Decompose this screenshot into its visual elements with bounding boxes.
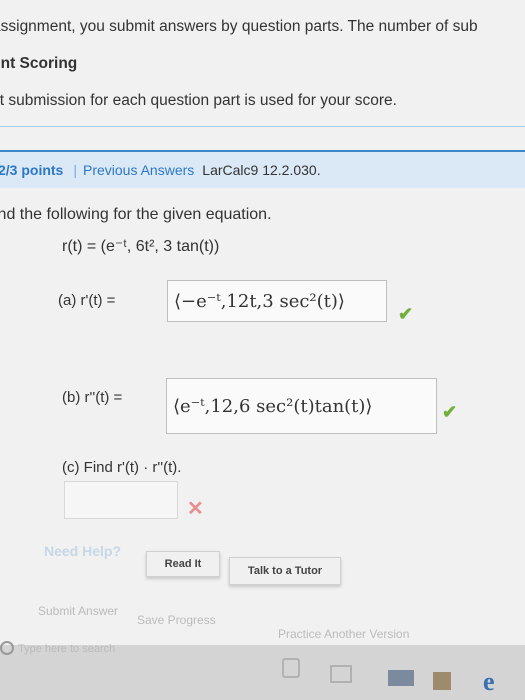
edge-icon[interactable]: e — [483, 667, 495, 697]
submit-answer-button[interactable]: Submit Answer — [38, 604, 118, 618]
divider — [0, 126, 525, 127]
microphone-icon[interactable] — [282, 658, 300, 678]
part-b-answer-field[interactable]: ⟨e⁻ᵗ,12,6 sec²(t)tan(t)⟩ — [166, 378, 437, 434]
question-code: LarCalc9 12.2.030. — [202, 162, 321, 178]
part-c-incorrect-icon: ✕ — [187, 498, 204, 520]
question-prompt: ind the following for the given equation… — [0, 206, 272, 223]
separator: | — [73, 162, 77, 178]
previous-answers-link[interactable]: Previous Answers — [83, 162, 194, 178]
save-progress-button[interactable]: Save Progress — [137, 613, 216, 627]
question-header: 2/3 points | Previous Answers LarCalc9 1… — [0, 150, 525, 188]
talk-to-tutor-button[interactable]: Talk to a Tutor — [229, 557, 341, 585]
taskbar-search-input[interactable]: Type here to search — [18, 643, 115, 655]
equation: r(t) = (e⁻ᵗ, 6t², 3 tan(t)) — [62, 238, 220, 255]
store-icon[interactable] — [433, 672, 451, 690]
part-a-check-icon: ✔ — [398, 304, 414, 324]
read-it-button[interactable]: Read It — [146, 551, 220, 577]
need-help-label: Need Help? — [44, 543, 122, 559]
part-b-label: (b) r''(t) = — [62, 389, 123, 406]
scoring-heading: ent Scoring — [0, 55, 78, 72]
points-label: 2/3 points — [0, 162, 64, 178]
intro-line-1: assignment, you submit answers by questi… — [0, 18, 478, 35]
search-icon[interactable] — [0, 641, 14, 655]
part-c-label: (c) Find r'(t) · r''(t). — [62, 459, 182, 476]
file-explorer-icon[interactable] — [388, 670, 414, 686]
part-c-answer-field[interactable] — [64, 481, 178, 519]
part-a-answer-field[interactable]: ⟨−e⁻ᵗ,12t,3 sec²(t)⟩ — [167, 280, 387, 322]
task-view-icon[interactable] — [330, 665, 352, 683]
practice-another-version-button[interactable]: Practice Another Version — [278, 627, 409, 641]
intro-line-2: st submission for each question part is … — [0, 92, 397, 109]
part-a-label: (a) r'(t) = — [58, 292, 116, 309]
part-b-check-icon: ✔ — [442, 402, 458, 422]
